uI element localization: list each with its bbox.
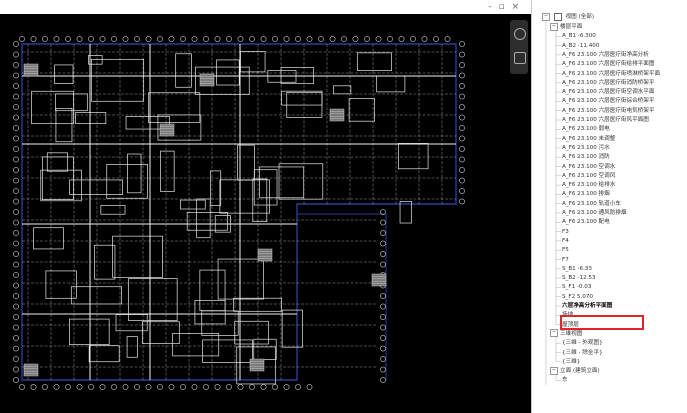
- tree-item-label: A_F6 23.100 六层医疗街空调水平面: [562, 89, 655, 96]
- tree-item-label: S_F2 5.070: [562, 293, 593, 300]
- tree-item-label: A_F6 23.100 弱电: [562, 126, 610, 133]
- tree-group-label: 立面 (建筑立面): [560, 368, 600, 375]
- tree-item-label: A_F6 23.100 六层医疗街给排平面图: [562, 61, 655, 68]
- tree-item-label: A_F6 23.100 空调风: [562, 172, 616, 179]
- tree-item-label: A_F6 23.100 给排水: [562, 182, 616, 189]
- tree-item-label: A_F6 23.100 排烟: [562, 191, 610, 198]
- views-folder-icon: [553, 12, 562, 21]
- viewport-title-bar: - ▫ ×: [0, 0, 531, 14]
- project-browser[interactable]: − 视图 (全部) − 楼层平面 A_B1 -6.300 A_B2 -11.400 A_…: [531, 0, 687, 413]
- tree-group[interactable]: − 立面 (建筑立面): [550, 366, 600, 376]
- zoom-icon[interactable]: [514, 52, 526, 64]
- tree-item-label: A_F6 23.100 六层医疗街综合桥架平: [562, 98, 655, 105]
- tree-item-label: S_B2 -12.53: [562, 275, 596, 282]
- navigation-bar[interactable]: [510, 20, 528, 74]
- building-outline-inner: [297, 213, 387, 380]
- tree-item-label: A_F6 23.100 空调水: [562, 163, 616, 170]
- highlight-box: [560, 315, 644, 330]
- tree-item-label: A_F6 23.100 六层医疗街喷淋桥架平面: [562, 70, 661, 77]
- tree-group-label: 楼层平面: [560, 24, 583, 30]
- tree-item-label: A_F6 23.100 配电: [562, 219, 610, 226]
- tree-item-label: S_F1 -0.03: [562, 284, 592, 291]
- tree-item[interactable]: A_F6 23.100 配电: [562, 217, 610, 227]
- tree-root-label: 视图 (全部): [565, 14, 595, 20]
- tree-item-label: A_F6 23.100 六层医疗街净高分析: [562, 51, 649, 58]
- tree-item-label: 六层净高分析平面图: [562, 303, 613, 309]
- collapse-icon[interactable]: −: [550, 22, 558, 31]
- tree-item-label: 东: [562, 377, 568, 384]
- tree-item-label: A_B2 -11.400: [562, 42, 600, 49]
- tree-item[interactable]: 东: [562, 375, 568, 385]
- tree-item-label: S_B1 -6.33: [562, 265, 592, 272]
- tree-item-label: A_F6 23.100 消防: [562, 154, 610, 161]
- tree-item-label: A_F6 23.100 污水: [562, 144, 610, 151]
- tree-item-label: A_F6 23.100 通风防排烟: [562, 210, 627, 216]
- tree-item-label: {三维 - 外观图}: [562, 340, 603, 347]
- window-controls[interactable]: - ▫ ×: [488, 2, 521, 12]
- tree-item-label: A_F6 23.100 轨道小车: [562, 200, 621, 207]
- walls: [22, 44, 456, 385]
- tree-item-label: A_F6 23.100 六层医疗街消防桥架平: [562, 79, 655, 86]
- steering-wheel-icon[interactable]: [514, 28, 526, 40]
- drawing-viewport[interactable]: - ▫ ×: [0, 0, 531, 413]
- collapse-icon[interactable]: −: [550, 366, 558, 375]
- tree-root[interactable]: − 视图 (全部): [542, 12, 594, 22]
- tree-group-label: 三维视图: [560, 330, 583, 337]
- tree-item-label: F5: [562, 247, 569, 254]
- collapse-icon[interactable]: −: [550, 329, 558, 338]
- tree-item-label: F7: [562, 256, 569, 263]
- tree-item-label: F3: [562, 228, 569, 235]
- tree-item-label: A_F6 23.100 六层医疗街风平面图: [562, 117, 649, 123]
- collapse-icon[interactable]: −: [542, 12, 550, 21]
- floor-plan-drawing[interactable]: [0, 14, 531, 413]
- tree-item-label: A_B1 -6.300: [562, 33, 596, 40]
- tree-item-label: {三维}: [562, 358, 581, 365]
- tree-item-label: A_F6 23.100 未调整: [562, 135, 616, 142]
- tree-item-label: {三维 - 除全平}: [562, 349, 603, 356]
- tree-item-label: A_F6 23.100 六层医疗街电気桥架平: [562, 107, 655, 114]
- tree-item-label: F4: [562, 237, 569, 244]
